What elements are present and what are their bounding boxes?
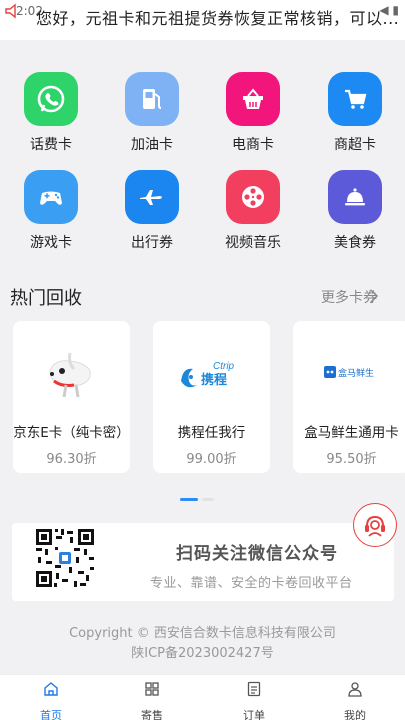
card-name: 京东E卡（纯卡密） [13,425,130,441]
copyright: Copyright © 西安信合数卡信息科技有限公司 陕ICP备20230024… [0,624,405,664]
qr-subtitle: 专业、靠谱、安全的卡卷回收平台 [150,576,353,591]
status-icons: ◀ ▮ [379,3,399,17]
tab-label: 我的 [344,709,366,720]
card-hema[interactable]: 盒马鲜生 盒马鲜生通用卡 95.50折 [293,321,405,473]
basket-icon [226,72,280,126]
card-rate: 95.50折 [326,452,377,467]
category-video-music[interactable]: 视频音乐 [208,170,298,252]
copyright-line: Copyright © 西安信合数卡信息科技有限公司 [69,626,336,641]
category-phone-card[interactable]: 话费卡 [6,72,96,154]
category-travel-voucher[interactable]: 出行券 [107,170,197,252]
home-icon [44,682,58,696]
film-reel-icon [226,170,280,224]
chevron-right-icon [370,289,379,303]
phone-icon [24,72,78,126]
tab-label: 首页 [40,709,62,720]
bell-icon [328,170,382,224]
plane-icon [125,170,179,224]
icp-line: 陕ICP备2023002427号 [131,646,274,661]
card-name: 携程任我行 [177,425,246,441]
card-rate: 99.00折 [186,452,237,467]
category-label: 出行券 [131,235,173,251]
card-jd-ecard[interactable]: 京东E卡（纯卡密） 96.30折 [13,321,130,473]
ctrip-logo: Ctrip 携程 [153,339,270,407]
indicator-inactive [202,498,214,501]
gamepad-icon [24,170,78,224]
svg-text:Ctrip: Ctrip [213,361,235,372]
user-icon [348,682,362,697]
jd-dog-logo [13,339,130,407]
svg-text:携程: 携程 [201,372,227,388]
bottom-tab-bar: 首页 寄售 订单 我的 [0,674,405,720]
indicator-active [180,498,198,501]
category-label: 加油卡 [131,137,173,153]
wechat-qr-card: 扫码关注微信公众号 专业、靠谱、安全的卡卷回收平台 [12,523,394,601]
tab-orders[interactable]: 订单 [214,681,294,720]
category-game-card[interactable]: 游戏卡 [6,170,96,252]
category-label: 电商卡 [232,137,274,153]
category-label: 视频音乐 [225,235,281,251]
notice-bar[interactable]: 2:02 您好，元祖卡和元祖提货券恢复正常核销，可以... ◀ ▮ [0,0,405,40]
hot-card-carousel[interactable]: 京东E卡（纯卡密） 96.30折 Ctrip 携程 携程任我行 99.00折 盒… [0,321,405,473]
category-food-voucher[interactable]: 美食券 [310,170,400,252]
hot-recycle-title: 热门回收 [10,288,82,309]
fuel-icon [125,72,179,126]
tab-home[interactable]: 首页 [11,681,91,720]
svg-text:盒马鲜生: 盒马鲜生 [338,367,374,379]
qr-code [34,527,96,589]
tab-label: 订单 [243,709,265,720]
hema-logo: 盒马鲜生 [293,339,405,407]
category-label: 美食券 [334,235,376,251]
headset-icon [365,515,385,537]
card-name: 盒马鲜生通用卡 [304,425,399,441]
tab-label: 寄售 [141,709,163,720]
category-fuel-card[interactable]: 加油卡 [107,72,197,154]
qr-title: 扫码关注微信公众号 [176,544,338,564]
category-supermarket-card[interactable]: 商超卡 [310,72,400,154]
card-rate: 96.30折 [46,452,97,467]
notice-text: 您好，元祖卡和元祖提货券恢复正常核销，可以... [36,9,400,28]
card-ctrip[interactable]: Ctrip 携程 携程任我行 99.00折 [153,321,270,473]
cart-icon [328,72,382,126]
category-label: 话费卡 [30,137,72,153]
list-icon [247,681,261,697]
tab-consign[interactable]: 寄售 [112,681,192,720]
category-label: 商超卡 [334,137,376,153]
category-ecommerce-card[interactable]: 电商卡 [208,72,298,154]
grid-icon [145,682,159,696]
tab-mine[interactable]: 我的 [315,681,395,720]
customer-service-button[interactable] [353,503,397,547]
category-label: 游戏卡 [30,235,72,251]
